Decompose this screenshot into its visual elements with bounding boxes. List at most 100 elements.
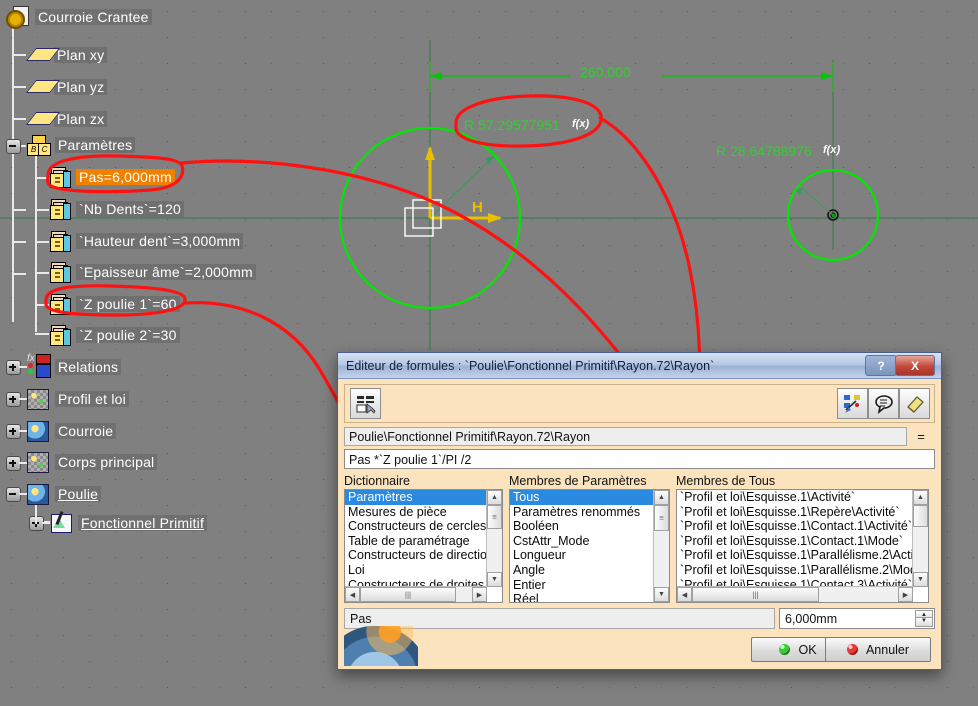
list-item[interactable]: CstAttr_Mode (510, 534, 654, 549)
scroll-down-arrow[interactable]: ▼ (487, 572, 502, 587)
help-button[interactable]: ? (865, 355, 897, 376)
tree-item-pas[interactable]: Pas=6,000mm (49, 166, 175, 188)
scroll-down-arrow[interactable]: ▼ (913, 572, 928, 587)
tree-item-plan-xy[interactable]: Plan xy (25, 44, 108, 66)
green-led-icon (779, 644, 791, 655)
list-item[interactable]: Constructeurs de direction (345, 548, 487, 563)
list-item[interactable]: Longueur (510, 548, 654, 563)
scroll-up-arrow[interactable]: ▲ (487, 490, 502, 505)
scroll-down-arrow[interactable]: ▼ (654, 587, 669, 602)
dialog-footer: OK Annuler (344, 622, 935, 666)
all-members-hscrollbar[interactable]: ◀ ||| ▶ (677, 586, 913, 602)
dictionary-hscrollbar[interactable]: ◀ ||| ▶ (345, 586, 487, 602)
scroll-right-arrow[interactable]: ▶ (472, 587, 487, 602)
tree-item-label: `Z poulie 1`=60 (76, 296, 180, 312)
list-item[interactable]: `Profil et loi\Esquisse.1\Activité` (677, 490, 913, 505)
list-item[interactable]: `Profil et loi\Esquisse.1\Parallélisme.2… (677, 548, 913, 563)
scroll-up-arrow[interactable]: ▲ (913, 490, 928, 505)
tree-item-epaisseur-ame[interactable]: `Epaisseur âme`=2,000mm (49, 261, 256, 283)
tree-item-fonctionnel-primitif[interactable]: Fonctionnel Primitif (49, 510, 208, 534)
list-item[interactable]: Loi (345, 563, 487, 578)
list-item[interactable]: Paramètres (345, 490, 487, 505)
list-item[interactable]: Tous (510, 490, 654, 505)
list-item[interactable]: `Profil et loi\Esquisse.1\Repère\Activit… (677, 505, 913, 520)
create-multiple-parameters-icon[interactable] (837, 388, 868, 419)
list-item[interactable]: Mesures de pièce (345, 505, 487, 520)
tree-item-z-poulie-1[interactable]: `Z poulie 1`=60 (49, 293, 180, 315)
close-button[interactable]: X (895, 355, 935, 376)
tree-item-relations[interactable]: fx Relations (26, 353, 122, 378)
scroll-thumb[interactable] (913, 505, 928, 527)
formula-input[interactable]: Pas *`Z poulie 1`/PI /2 (344, 449, 935, 469)
list-item[interactable]: Angle (510, 563, 654, 578)
dictionary-vscrollbar[interactable]: ▲ ≡ ▼ (486, 490, 502, 587)
tree-item-root[interactable]: Courroie Crantee (6, 6, 152, 29)
scroll-thumb[interactable]: ≡ (487, 505, 502, 529)
scroll-right-arrow[interactable]: ▶ (898, 587, 913, 602)
tree-item-z-poulie-2[interactable]: `Z poulie 2`=30 (49, 324, 180, 346)
parameter-icon (49, 294, 71, 315)
tree-item-plan-zx[interactable]: Plan zx (25, 108, 108, 130)
list-item[interactable]: `Profil et loi\Esquisse.1\Contact.1\Mode… (677, 534, 913, 549)
part-document-icon (6, 6, 30, 29)
parameter-members-listbox[interactable]: Tous Paramètres renommés Booléen CstAttr… (509, 489, 670, 603)
scroll-left-arrow[interactable]: ◀ (677, 587, 692, 602)
list-item[interactable]: `Profil et loi\Esquisse.1\Contact.1\Acti… (677, 519, 913, 534)
scroll-up-arrow[interactable]: ▲ (654, 490, 669, 505)
equals-sign: = (917, 429, 925, 444)
comment-icon[interactable] (868, 388, 899, 419)
all-members-caption: Membres de Tous (676, 474, 776, 488)
list-item[interactable]: Booléen (510, 519, 654, 534)
tree-item-label: `Epaisseur âme`=2,000mm (76, 264, 256, 280)
all-members-listbox[interactable]: `Profil et loi\Esquisse.1\Activité` `Pro… (676, 489, 929, 603)
tree-item-label: Courroie Crantee (35, 9, 152, 25)
formula-editor-dialog[interactable]: Editeur de formules : `Poulie\Fonctionne… (337, 352, 942, 670)
tree-item-corps-principal[interactable]: Corps principal (26, 451, 158, 473)
fx-icon-large: f(x) (572, 118, 590, 130)
dialog-body: Poulie\Fonctionnel Primitif\Rayon.72\Ray… (338, 379, 941, 670)
expander-parametres[interactable] (6, 139, 21, 154)
parameter-members-vscrollbar[interactable]: ▲ ≡ ▼ (653, 490, 669, 602)
dialog-titlebar[interactable]: Editeur de formules : `Poulie\Fonctionne… (338, 353, 941, 379)
tree-item-courroie[interactable]: Courroie (26, 420, 117, 442)
list-item[interactable]: Table de paramétrage (345, 534, 487, 549)
list-item[interactable]: `Profil et loi\Esquisse.1\Parallélisme.2… (677, 563, 913, 578)
scroll-thumb[interactable]: ||| (692, 587, 819, 602)
tree-item-label: Courroie (55, 423, 117, 439)
parameter-name-field[interactable]: Poulie\Fonctionnel Primitif\Rayon.72\Ray… (344, 427, 907, 446)
import-parameters-icon[interactable] (350, 388, 381, 419)
tree-item-label: Plan xy (54, 47, 108, 63)
dimension-radius-large: R 57,29577951 (464, 117, 560, 133)
all-members-column: Membres de Tous `Profil et loi\Esquisse.… (676, 474, 929, 603)
scroll-thumb[interactable]: ||| (360, 587, 456, 602)
tree-item-profil-et-loi[interactable]: Profil et loi (26, 388, 129, 410)
scroll-left-arrow[interactable]: ◀ (345, 587, 360, 602)
scroll-thumb[interactable]: ≡ (654, 505, 669, 531)
cancel-button[interactable]: Annuler (825, 637, 931, 662)
parameter-members-column: Membres de Paramètres Tous Paramètres re… (509, 474, 670, 603)
dictionary-listbox[interactable]: Paramètres Mesures de pièce Constructeur… (344, 489, 503, 603)
delete-icon[interactable] (899, 388, 930, 419)
dialog-toolbar (344, 384, 935, 423)
tree-item-parametres[interactable]: BC Paramètres (26, 134, 136, 156)
tree-item-label: `Hauteur dent`=3,000mm (76, 233, 244, 249)
list-item[interactable]: Réel (510, 592, 654, 602)
tree-item-poulie[interactable]: Poulie (26, 483, 102, 505)
tree-item-nb-dents[interactable]: `Nb Dents`=120 (49, 198, 185, 220)
cancel-label: Annuler (865, 642, 910, 657)
ok-label: OK (798, 642, 817, 657)
tree-item-hauteur-dent[interactable]: `Hauteur dent`=3,000mm (49, 230, 244, 252)
list-item[interactable]: Constructeurs de cercles (345, 519, 487, 534)
list-item[interactable]: Paramètres renommés (510, 505, 654, 520)
name-row: Poulie\Fonctionnel Primitif\Rayon.72\Ray… (344, 427, 935, 446)
parameter-members-caption: Membres de Paramètres (509, 474, 647, 488)
tree-item-label: Profil et loi (55, 391, 129, 407)
relations-icon: fx (26, 353, 51, 378)
parameter-icon (49, 262, 71, 283)
all-members-vscrollbar[interactable]: ▲ ▼ (912, 490, 928, 587)
member-lists: Dictionnaire Paramètres Mesures de pièce… (344, 474, 935, 603)
list-item[interactable]: Entier (510, 578, 654, 593)
tree-item-plan-yz[interactable]: Plan yz (25, 76, 108, 98)
dictionary-column: Dictionnaire Paramètres Mesures de pièce… (344, 474, 503, 603)
red-led-icon (846, 644, 858, 655)
